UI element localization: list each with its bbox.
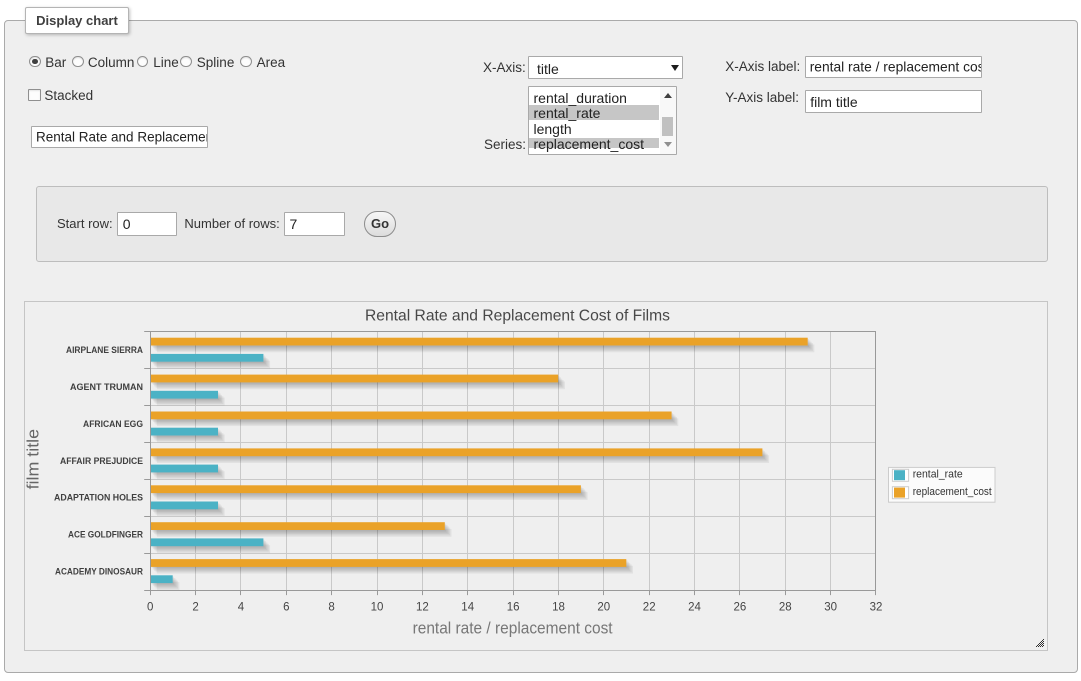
svg-text:ACADEMY DINOSAUR: ACADEMY DINOSAUR xyxy=(55,566,143,576)
svg-text:AIRPLANE SIERRA: AIRPLANE SIERRA xyxy=(66,345,143,355)
svg-text:rental_rate: rental_rate xyxy=(913,469,963,481)
svg-text:24: 24 xyxy=(688,601,701,613)
svg-text:20: 20 xyxy=(597,601,610,613)
svg-text:30: 30 xyxy=(824,601,837,613)
svg-text:Rental Rate and Replacement Co: Rental Rate and Replacement Cost of Film… xyxy=(365,307,670,324)
svg-text:film title: film title xyxy=(25,429,42,490)
svg-text:16: 16 xyxy=(507,601,520,613)
svg-text:10: 10 xyxy=(371,601,384,613)
svg-text:4: 4 xyxy=(238,601,245,613)
svg-text:28: 28 xyxy=(779,601,792,613)
svg-text:12: 12 xyxy=(416,601,429,613)
svg-text:ADAPTATION HOLES: ADAPTATION HOLES xyxy=(54,493,143,503)
svg-text:22: 22 xyxy=(643,601,656,613)
svg-text:AGENT TRUMAN: AGENT TRUMAN xyxy=(70,382,143,392)
svg-text:rental rate / replacement cost: rental rate / replacement cost xyxy=(413,619,613,637)
svg-text:14: 14 xyxy=(461,601,474,613)
svg-text:2: 2 xyxy=(192,601,198,613)
svg-text:26: 26 xyxy=(734,601,747,613)
svg-text:18: 18 xyxy=(552,601,565,613)
svg-text:AFRICAN EGG: AFRICAN EGG xyxy=(83,419,143,429)
svg-text:replacement_cost: replacement_cost xyxy=(913,486,992,498)
svg-text:6: 6 xyxy=(283,601,289,613)
svg-text:ACE GOLDFINGER: ACE GOLDFINGER xyxy=(68,530,143,540)
svg-text:8: 8 xyxy=(328,601,334,613)
svg-text:AFFAIR PREJUDICE: AFFAIR PREJUDICE xyxy=(60,456,143,466)
svg-text:0: 0 xyxy=(147,601,153,613)
svg-text:32: 32 xyxy=(870,601,883,613)
